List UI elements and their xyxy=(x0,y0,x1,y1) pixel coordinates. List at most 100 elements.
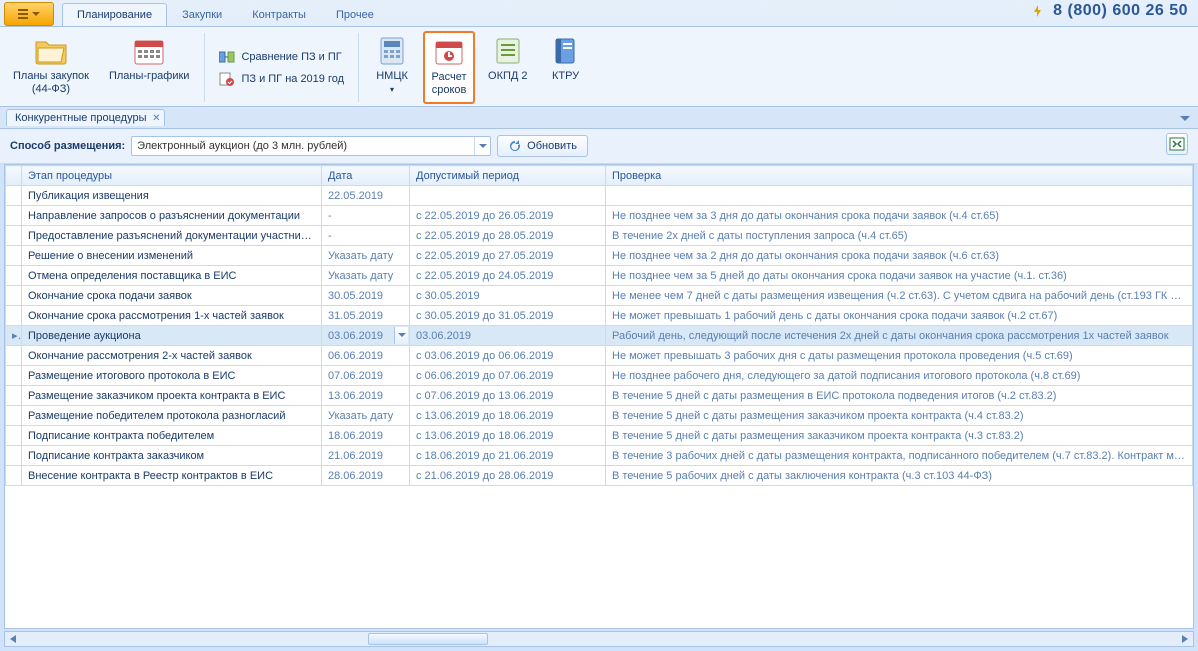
cell-stage: Подписание контракта заказчиком xyxy=(22,446,322,466)
btn-nmck[interactable]: НМЦК▾ xyxy=(367,31,417,104)
table-row[interactable]: Направление запросов о разъяснении докум… xyxy=(6,206,1193,226)
calendar-check-icon xyxy=(431,35,467,69)
cell-period: с 30.05.2019 до 31.05.2019 xyxy=(410,306,606,326)
col-check[interactable]: Проверка xyxy=(606,166,1193,186)
scroll-thumb[interactable] xyxy=(368,633,488,645)
cell-check: Не может превышать 1 рабочий день с даты… xyxy=(606,306,1193,326)
cell-period: с 22.05.2019 до 28.05.2019 xyxy=(410,226,606,246)
col-date[interactable]: Дата xyxy=(322,166,410,186)
table-row[interactable]: Размещение итогового протокола в ЕИС07.0… xyxy=(6,366,1193,386)
placement-combo[interactable] xyxy=(131,136,491,156)
cell-date[interactable]: 22.05.2019 xyxy=(322,186,410,206)
row-marker xyxy=(6,266,22,286)
cell-date[interactable]: Указать дату xyxy=(322,266,410,286)
row-marker xyxy=(6,446,22,466)
cell-stage: Публикация извещения xyxy=(22,186,322,206)
cell-date[interactable]: 18.06.2019 xyxy=(322,426,410,446)
btn-raschet-srokov[interactable]: Расчетсроков xyxy=(423,31,475,104)
cell-stage: Решение о внесении изменений xyxy=(22,246,322,266)
cell-date[interactable]: Указать дату xyxy=(322,246,410,266)
app-menu-button[interactable] xyxy=(4,2,54,26)
procedure-grid[interactable]: Этап процедуры Дата Допустимый период Пр… xyxy=(5,165,1193,486)
list-icon xyxy=(490,34,526,68)
table-row[interactable]: Окончание срока рассмотрения 1-х частей … xyxy=(6,306,1193,326)
col-stage[interactable]: Этап процедуры xyxy=(22,166,322,186)
placement-input[interactable] xyxy=(132,140,474,152)
cell-check: Не позднее чем за 3 дня до даты окончани… xyxy=(606,206,1193,226)
cell-date[interactable]: 28.06.2019 xyxy=(322,466,410,486)
table-row[interactable]: Внесение контракта в Реестр контрактов в… xyxy=(6,466,1193,486)
export-excel-button[interactable] xyxy=(1166,133,1188,155)
tab-procurement[interactable]: Закупки xyxy=(167,3,237,26)
btn-okpd2[interactable]: ОКПД 2 xyxy=(481,31,535,104)
cell-period: с 13.06.2019 до 18.06.2019 xyxy=(410,426,606,446)
scroll-left-arrow[interactable] xyxy=(5,632,21,646)
cell-date[interactable]: 21.06.2019 xyxy=(322,446,410,466)
cell-period xyxy=(410,186,606,206)
link-pz-pg-2019[interactable]: ПЗ и ПГ на 2019 год xyxy=(219,72,344,86)
table-row[interactable]: Публикация извещения22.05.2019 xyxy=(6,186,1193,206)
horizontal-scrollbar[interactable] xyxy=(4,631,1194,647)
cell-date[interactable]: - xyxy=(322,226,410,246)
cell-period: с 30.05.2019 xyxy=(410,286,606,306)
table-row[interactable]: Отмена определения поставщика в ЕИСУказа… xyxy=(6,266,1193,286)
scroll-right-arrow[interactable] xyxy=(1177,632,1193,646)
compare-icon xyxy=(219,50,235,64)
cell-stage: Подписание контракта победителем xyxy=(22,426,322,446)
excel-icon xyxy=(1169,136,1185,152)
table-row[interactable]: Подписание контракта победителем18.06.20… xyxy=(6,426,1193,446)
link-compare-pz-pg[interactable]: Сравнение ПЗ и ПГ xyxy=(219,50,344,64)
table-row[interactable]: Предоставление разъяснений документации … xyxy=(6,226,1193,246)
cell-period: с 13.06.2019 до 18.06.2019 xyxy=(410,406,606,426)
cell-date[interactable]: Указать дату xyxy=(322,406,410,426)
table-row[interactable]: Размещение победителем протокола разногл… xyxy=(6,406,1193,426)
table-row[interactable]: Окончание рассмотрения 2-х частей заявок… xyxy=(6,346,1193,366)
btn-plans-grafiki[interactable]: Планы-графики xyxy=(102,31,197,104)
row-marker xyxy=(6,306,22,326)
table-row[interactable]: Решение о внесении измененийУказать дату… xyxy=(6,246,1193,266)
refresh-icon xyxy=(508,139,522,153)
cell-date[interactable]: 07.06.2019 xyxy=(322,366,410,386)
doc-tabs-menu[interactable] xyxy=(1180,113,1190,125)
table-row[interactable]: ▸Проведение аукциона03.06.201903.06.2019… xyxy=(6,326,1193,346)
cell-check: В течение 5 рабочих дней с даты заключен… xyxy=(606,466,1193,486)
tab-other[interactable]: Прочее xyxy=(321,3,389,26)
cell-stage: Окончание рассмотрения 2-х частей заявок xyxy=(22,346,322,366)
cell-date[interactable]: 13.06.2019 xyxy=(322,386,410,406)
row-marker xyxy=(6,466,22,486)
cell-date[interactable]: 30.05.2019 xyxy=(322,286,410,306)
cell-stage: Окончание срока рассмотрения 1-х частей … xyxy=(22,306,322,326)
btn-ktru[interactable]: КТРУ xyxy=(541,31,591,104)
cell-check: Рабочий день, следующий после истечения … xyxy=(606,326,1193,346)
cell-date[interactable]: - xyxy=(322,206,410,226)
btn-plans-zakupok[interactable]: Планы закупок(44-ФЗ) xyxy=(6,31,96,104)
cell-check: В течение 5 дней с даты размещения заказ… xyxy=(606,406,1193,426)
cell-stage: Отмена определения поставщика в ЕИС xyxy=(22,266,322,286)
date-dropdown-icon[interactable] xyxy=(394,327,408,344)
close-icon[interactable]: ✕ xyxy=(152,113,160,124)
calculator-icon xyxy=(374,34,410,68)
tab-contracts[interactable]: Контракты xyxy=(237,3,321,26)
row-marker xyxy=(6,246,22,266)
cell-date[interactable]: 06.06.2019 xyxy=(322,346,410,366)
table-row[interactable]: Окончание срока подачи заявок30.05.2019с… xyxy=(6,286,1193,306)
col-marker[interactable] xyxy=(6,166,22,186)
cell-stage: Предоставление разъяснений документации … xyxy=(22,226,322,246)
cell-check: В течение 5 дней с даты размещения в ЕИС… xyxy=(606,386,1193,406)
row-marker xyxy=(6,346,22,366)
cell-check: В течение 3 рабочих дней с даты размещен… xyxy=(606,446,1193,466)
cell-date[interactable]: 03.06.2019 xyxy=(322,326,410,346)
tab-planning[interactable]: Планирование xyxy=(62,3,167,26)
table-row[interactable]: Подписание контракта заказчиком21.06.201… xyxy=(6,446,1193,466)
cell-date[interactable]: 31.05.2019 xyxy=(322,306,410,326)
chevron-down-icon[interactable] xyxy=(474,137,490,155)
row-marker xyxy=(6,226,22,246)
document-icon xyxy=(219,72,235,86)
doc-tab-competitive[interactable]: Конкурентные процедуры ✕ xyxy=(6,109,165,126)
cell-period: с 22.05.2019 до 27.05.2019 xyxy=(410,246,606,266)
cell-period: с 18.06.2019 до 21.06.2019 xyxy=(410,446,606,466)
table-row[interactable]: Размещение заказчиком проекта контракта … xyxy=(6,386,1193,406)
refresh-button[interactable]: Обновить xyxy=(497,135,588,157)
col-period[interactable]: Допустимый период xyxy=(410,166,606,186)
row-marker xyxy=(6,186,22,206)
